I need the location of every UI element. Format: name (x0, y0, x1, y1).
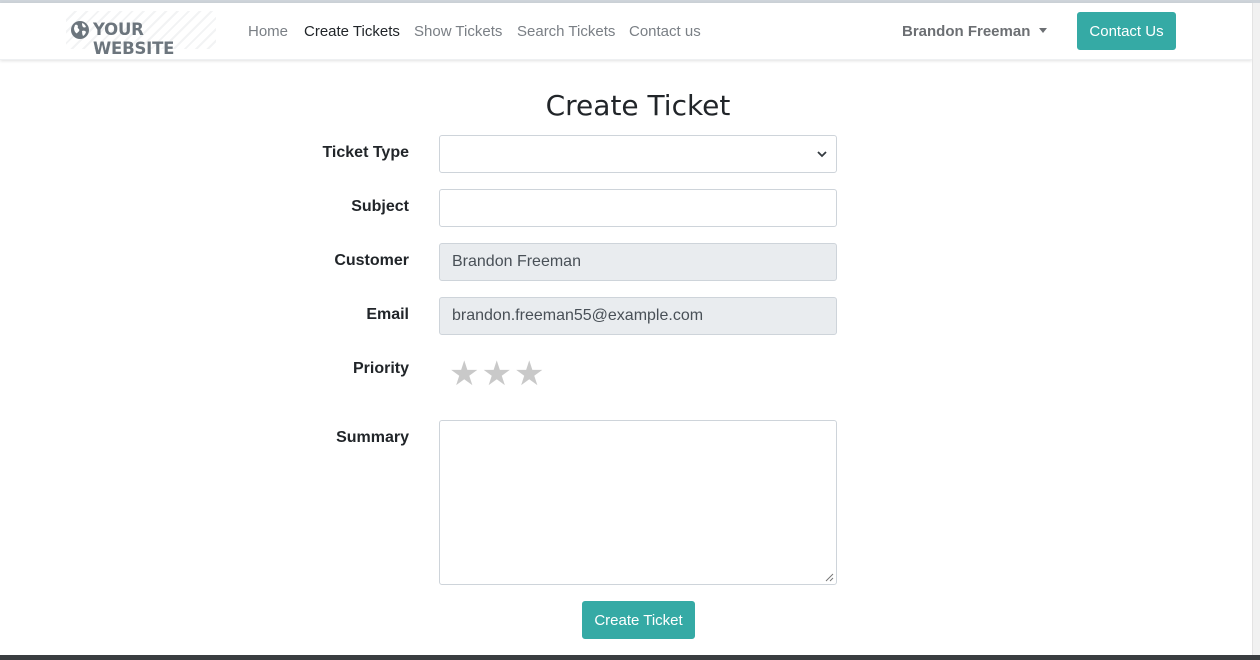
page-title: Create Ticket (545, 89, 731, 122)
priority-rating[interactable]: ★★★ (449, 355, 546, 394)
footer-edge (0, 655, 1260, 660)
nav-search-tickets[interactable]: Search Tickets (517, 23, 615, 40)
top-navbar: YOUR WEBSITE Home Create Tickets Show Ti… (0, 3, 1252, 60)
contact-us-button[interactable]: Contact Us (1077, 12, 1176, 50)
priority-star-1[interactable]: ★ (449, 357, 481, 391)
brand-logo[interactable]: YOUR WEBSITE (66, 11, 216, 58)
nav-contact-us[interactable]: Contact us (629, 23, 701, 40)
priority-star-3[interactable]: ★ (514, 357, 546, 391)
globe-icon (71, 21, 89, 39)
subject-label: Subject (351, 198, 409, 215)
user-menu-dropdown[interactable]: Brandon Freeman (902, 23, 1048, 40)
customer-label: Customer (334, 252, 409, 269)
customer-field (439, 243, 837, 281)
nav-home[interactable]: Home (248, 23, 288, 40)
page-scrollbar[interactable] (1252, 3, 1260, 655)
user-name: Brandon Freeman (902, 23, 1031, 40)
summary-textarea[interactable] (439, 420, 837, 585)
resize-handle-icon[interactable] (825, 573, 834, 582)
nav-show-tickets[interactable]: Show Tickets (414, 23, 502, 40)
email-label: Email (366, 306, 409, 323)
summary-label: Summary (336, 429, 409, 446)
priority-label: Priority (352, 360, 409, 377)
ticket-type-label: Ticket Type (322, 144, 409, 161)
priority-star-2[interactable]: ★ (481, 357, 513, 391)
email-field (439, 297, 837, 335)
subject-input[interactable] (439, 189, 837, 227)
chevron-down-icon (817, 151, 827, 158)
nav-create-tickets[interactable]: Create Tickets (304, 23, 400, 40)
create-ticket-button[interactable]: Create Ticket (582, 601, 695, 639)
caret-down-icon (1039, 28, 1048, 33)
brand-text: YOUR WEBSITE (93, 20, 175, 58)
ticket-type-select[interactable] (439, 135, 837, 173)
